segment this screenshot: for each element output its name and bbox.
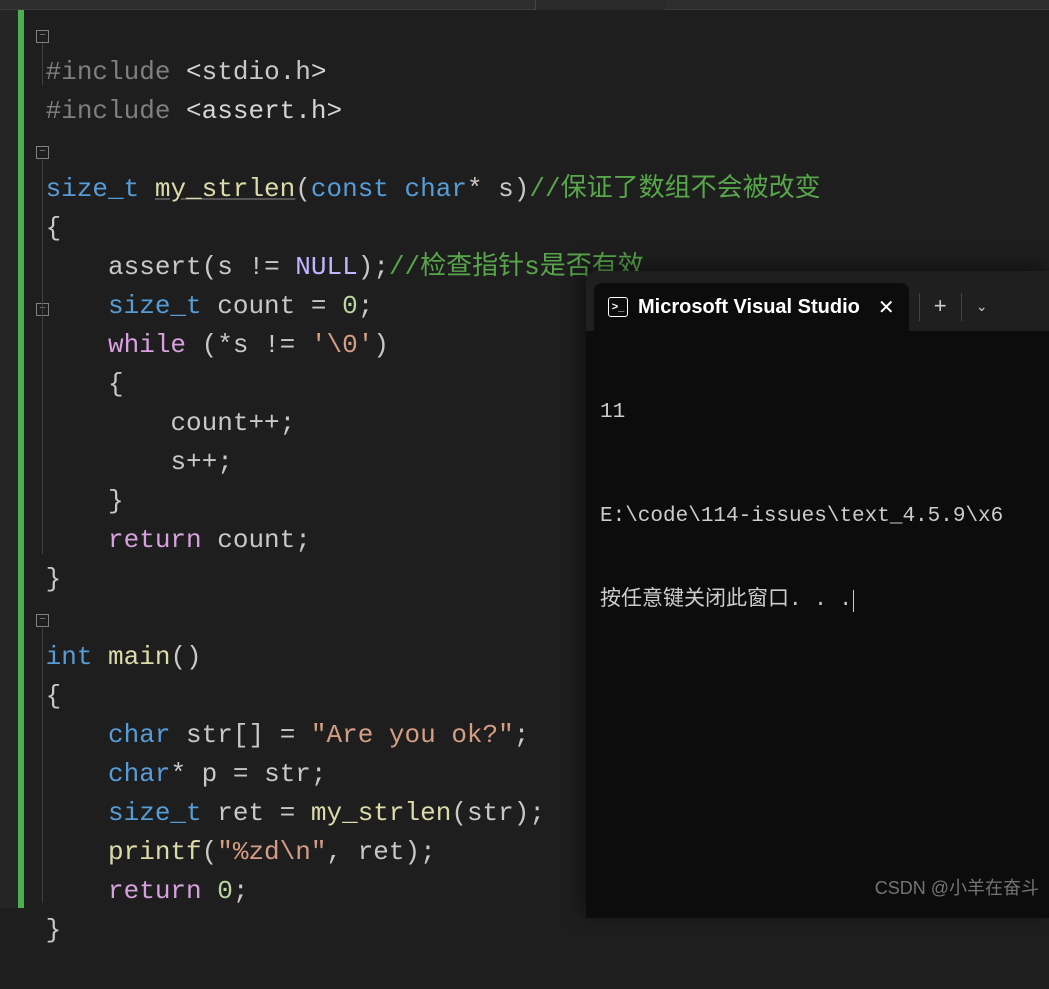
code-line: printf("%zd\n", ret);: [30, 837, 436, 867]
code-line: s++;: [30, 447, 233, 477]
terminal-controls: + ⌄: [909, 283, 998, 331]
code-line: count++;: [30, 408, 295, 438]
code-line: size_t ret = my_strlen(str);: [30, 798, 545, 828]
terminal-body[interactable]: 11 E:\code\114-issues\text_4.5.9\x6 按任意键…: [586, 331, 1049, 683]
code-line: char str[] = "Are you ok?";: [30, 720, 529, 750]
editor-top-bar: [0, 0, 1049, 10]
code-line: }: [30, 564, 61, 594]
code-line: {: [30, 681, 61, 711]
terminal-tab-title: Microsoft Visual Studio: [638, 296, 860, 319]
code-line: size_t count = 0;: [30, 291, 373, 321]
terminal-titlebar[interactable]: Microsoft Visual Studio ✕ + ⌄: [586, 271, 1049, 331]
close-icon[interactable]: ✕: [878, 295, 895, 320]
terminal-window[interactable]: Microsoft Visual Studio ✕ + ⌄ 11 E:\code…: [586, 271, 1049, 918]
code-editor[interactable]: − − − − #include <stdio.h> #include <ass…: [0, 10, 1049, 908]
fold-guideline: [42, 160, 43, 554]
divider: [919, 293, 920, 321]
code-line: while (*s != '\0'): [30, 330, 389, 360]
editor-margin: [0, 10, 18, 908]
cursor: [853, 590, 854, 612]
chevron-down-icon[interactable]: ⌄: [976, 299, 988, 316]
code-line: {: [30, 213, 61, 243]
terminal-path: E:\code\114-issues\text_4.5.9\x6: [600, 503, 1035, 531]
new-tab-button[interactable]: +: [934, 295, 947, 320]
code-line: size_t my_strlen(const char* s)//保证了数组不会…: [30, 174, 821, 204]
divider: [961, 293, 962, 321]
terminal-tab[interactable]: Microsoft Visual Studio ✕: [594, 283, 909, 331]
terminal-icon: [608, 297, 628, 317]
code-line: return 0;: [30, 876, 248, 906]
tab-remnant: [535, 0, 665, 10]
terminal-output: 11: [600, 399, 1035, 427]
fold-guideline: [42, 628, 43, 903]
code-line: assert(s != NULL);//检查指针s是否有效: [30, 252, 644, 282]
code-line: #include <assert.h>: [30, 96, 342, 126]
terminal-prompt: 按任意键关闭此窗口. . .: [600, 587, 1035, 615]
code-line: }: [30, 915, 61, 945]
code-line: char* p = str;: [30, 759, 327, 789]
change-indicator: [18, 10, 24, 908]
code-line: {: [30, 369, 124, 399]
watermark: CSDN @小羊在奋斗: [875, 874, 1039, 900]
code-line: int main(): [30, 642, 202, 672]
fold-guideline: [42, 43, 43, 85]
code-line: #include <stdio.h>: [30, 57, 326, 87]
code-line: return count;: [30, 525, 311, 555]
code-line: }: [30, 486, 124, 516]
